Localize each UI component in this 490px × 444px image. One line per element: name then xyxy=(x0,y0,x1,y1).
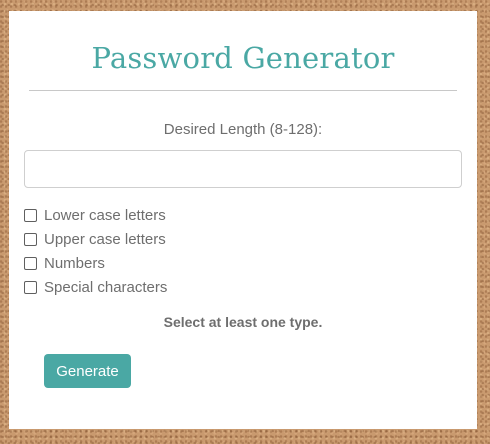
password-generator-card: Password Generator Desired Length (8-128… xyxy=(9,11,477,429)
special-label: Special characters xyxy=(44,278,168,296)
numbers-label: Numbers xyxy=(44,254,105,272)
length-label: Desired Length (8-128): xyxy=(163,121,323,138)
page-title: Password Generator xyxy=(91,41,395,75)
lowercase-checkbox[interactable] xyxy=(24,208,37,222)
uppercase-checkbox[interactable] xyxy=(24,232,37,246)
option-lowercase[interactable]: Lower case letters xyxy=(24,205,166,225)
special-checkbox[interactable] xyxy=(24,280,37,294)
option-numbers[interactable]: Numbers xyxy=(24,253,105,273)
length-input[interactable] xyxy=(24,150,462,188)
generate-button[interactable]: Generate xyxy=(44,354,131,388)
title-divider xyxy=(29,90,457,91)
selection-hint: Select at least one type. xyxy=(163,314,323,330)
lowercase-label: Lower case letters xyxy=(44,206,166,224)
option-special[interactable]: Special characters xyxy=(24,277,167,297)
uppercase-label: Upper case letters xyxy=(44,230,166,248)
option-uppercase[interactable]: Upper case letters xyxy=(24,229,166,249)
numbers-checkbox[interactable] xyxy=(24,256,37,270)
